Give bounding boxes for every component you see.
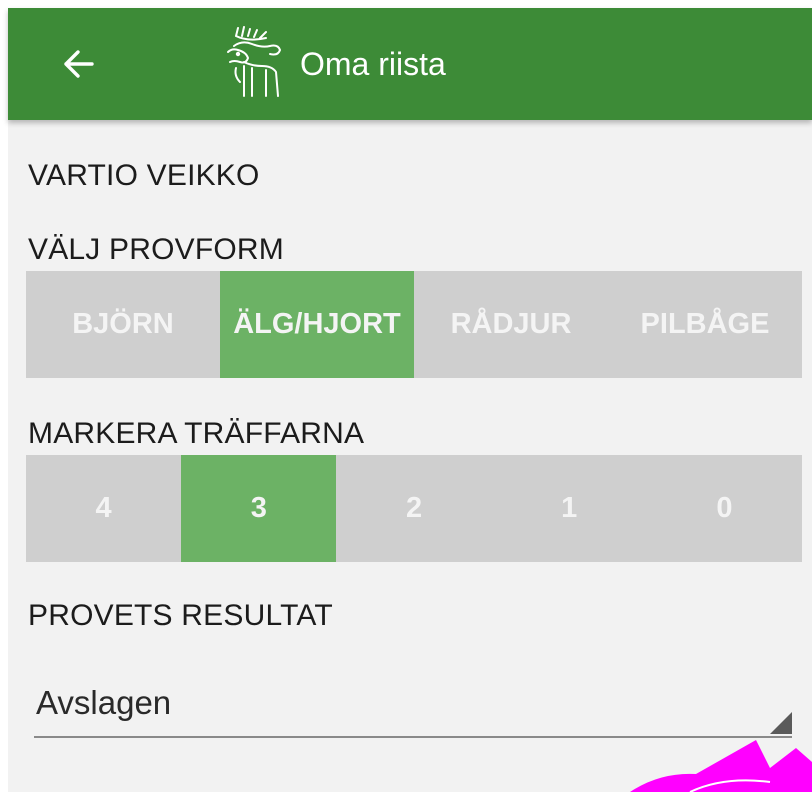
result-dropdown[interactable]: Avslagen: [34, 676, 792, 738]
magenta-decoration: [630, 740, 812, 792]
hits-label: MARKERA TRÄFFARNA: [28, 417, 365, 450]
main-content: VARTIO VEIKKO VÄLJ PROVFORM BJÖRN ÄLG/HJ…: [8, 120, 812, 792]
hits-option-0[interactable]: 0: [647, 455, 802, 562]
test-type-option-radjur[interactable]: RÅDJUR: [414, 271, 608, 378]
test-type-selector: BJÖRN ÄLG/HJORT RÅDJUR PILBÅGE: [26, 271, 802, 378]
test-type-label: VÄLJ PROVFORM: [28, 233, 284, 266]
hits-selector: 4 3 2 1 0: [26, 455, 802, 562]
hits-option-2[interactable]: 2: [336, 455, 491, 562]
person-name: VARTIO VEIKKO: [28, 159, 260, 192]
result-dropdown-value: Avslagen: [36, 684, 172, 721]
hits-option-1[interactable]: 1: [492, 455, 647, 562]
back-button[interactable]: [46, 32, 110, 96]
test-type-option-alg-hjort[interactable]: ÄLG/HJORT: [220, 271, 414, 378]
app-title: Oma riista: [300, 46, 446, 82]
test-type-option-bjorn[interactable]: BJÖRN: [26, 271, 220, 378]
app-toolbar: Oma riista: [8, 8, 812, 120]
dropdown-corner-icon: [770, 712, 792, 734]
arrow-left-icon: [64, 50, 94, 78]
result-label: PROVETS RESULTAT: [28, 599, 333, 632]
hits-option-4[interactable]: 4: [26, 455, 181, 562]
test-type-option-pilbage[interactable]: PILBÅGE: [608, 271, 802, 378]
moose-logo-icon: [227, 26, 281, 97]
hits-option-3[interactable]: 3: [181, 455, 337, 562]
